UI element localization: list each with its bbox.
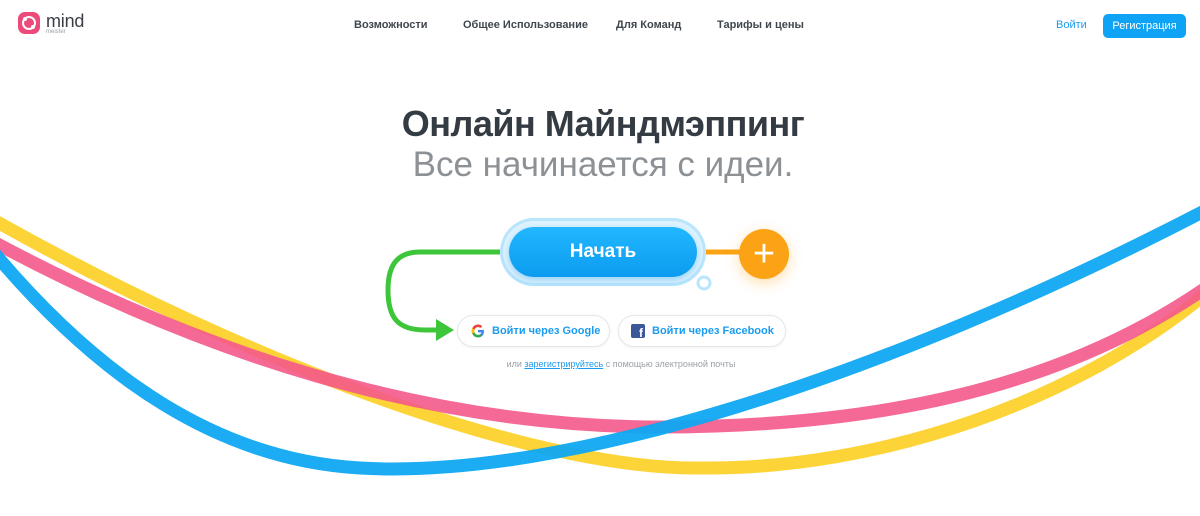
add-node-button[interactable]: +: [739, 229, 789, 279]
green-arrow-icon: [436, 319, 454, 341]
facebook-login-button[interactable]: f Войти через Facebook: [618, 315, 786, 347]
email-signup-text: или зарегистрируйтесь с помощью электрон…: [0, 359, 1200, 369]
nav-link-pricing[interactable]: Тарифы и цены: [717, 19, 804, 31]
nav-link-features[interactable]: Возможности: [354, 19, 428, 31]
google-login-label: Войти через Google: [492, 325, 601, 337]
facebook-login-label: Войти через Facebook: [652, 325, 774, 337]
start-button[interactable]: Начать: [509, 227, 697, 277]
nav-link-general-use[interactable]: Общее Использование: [463, 19, 588, 31]
top-navigation: mind meister Возможности Общее Использов…: [0, 0, 1200, 52]
register-button[interactable]: Регистрация: [1103, 14, 1186, 38]
email-signup-link[interactable]: зарегистрируйтесь: [524, 359, 603, 369]
page-subtitle: Все начинается с идеи.: [412, 145, 794, 184]
google-icon: [471, 324, 484, 338]
login-link[interactable]: Войти: [1056, 19, 1087, 31]
page-title: Онлайн Майндмэппинг: [401, 103, 805, 144]
google-login-button[interactable]: Войти через Google: [457, 315, 610, 347]
email-suffix: с помощью электронной почты: [605, 359, 736, 369]
start-button-frame: Начать: [500, 218, 706, 286]
nav-link-teams[interactable]: Для Команд: [616, 19, 681, 31]
facebook-icon: f: [631, 324, 645, 339]
connector-node-icon: [696, 275, 712, 291]
plus-icon: +: [752, 233, 776, 275]
main-nav: Возможности Общее Использование Для Кома…: [0, 19, 1200, 35]
email-prefix: или: [506, 359, 522, 369]
